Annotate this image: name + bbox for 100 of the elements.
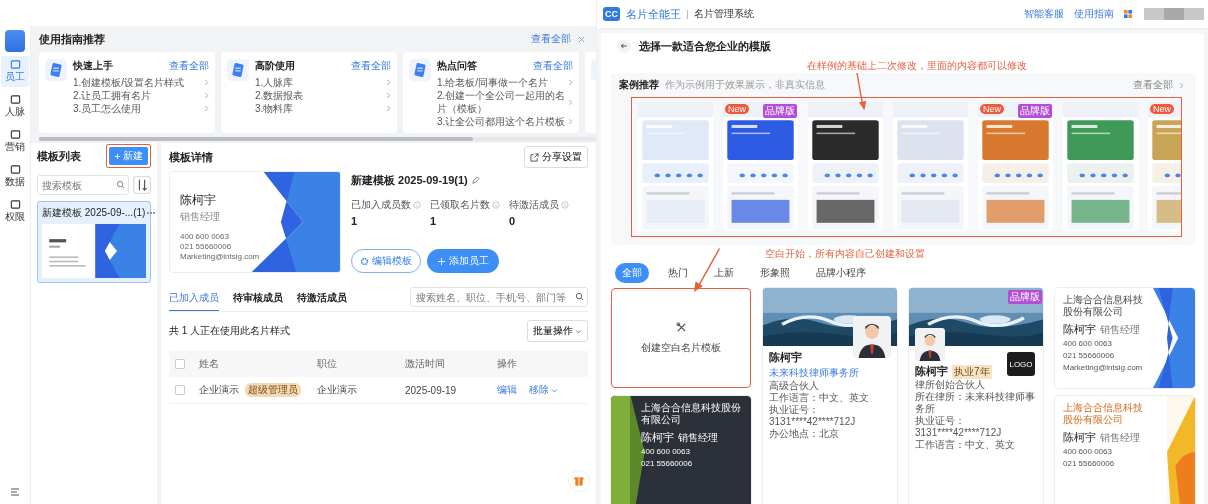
info-icon[interactable]	[413, 201, 421, 209]
page-icon	[9, 164, 21, 175]
card-name: 陈柯宇	[915, 364, 948, 379]
view-all-link[interactable]: 查看全部	[169, 59, 209, 73]
blank-template-card[interactable]: 创建空白名片模板	[611, 288, 751, 388]
template-name: 新建模板 2025-09-...(1)	[42, 206, 146, 220]
share-settings-button[interactable]: 分享设置	[524, 146, 588, 168]
search-field[interactable]: 搜索姓名、职位、手机号、部门等	[410, 287, 588, 307]
sidebar-item[interactable]: 营销	[1, 126, 29, 157]
contact-line: 400 600 0063	[180, 232, 230, 242]
card-role: 销售经理	[1100, 323, 1140, 337]
document-icon	[227, 59, 249, 81]
remove-link[interactable]: 移除	[529, 383, 558, 397]
annotation-text: 空白开始，所有内容自己创建和设置	[765, 248, 925, 259]
column-header: 职位	[317, 358, 337, 369]
gear-icon	[360, 256, 369, 266]
contact-line: 400 600 0063	[1063, 447, 1113, 457]
sidebar-item[interactable]: 员工	[1, 56, 29, 87]
guide-link[interactable]: 2.让员工拥有名片	[73, 89, 152, 102]
search-icon[interactable]	[575, 292, 584, 301]
menu-icon[interactable]	[9, 486, 21, 498]
contact-line: 021 55660006	[1063, 459, 1116, 469]
card-role: 销售经理	[678, 431, 718, 445]
guide-link[interactable]: 1.创建模板/设置名片样式	[73, 76, 185, 89]
template-card[interactable]: 上海合合信息科技股份有限公司 陈柯宇 销售经理 400 600 0063 021 55660006 Marketing@intsig.com	[1055, 288, 1195, 388]
guide-link[interactable]: 1.给老板/同事做一个名片	[437, 76, 549, 89]
column-header: 激活时间	[405, 358, 445, 369]
category-tab[interactable]: 热门	[661, 263, 695, 283]
logo-placeholder: LOGO	[1007, 352, 1035, 376]
tab[interactable]: 待审核成员	[233, 285, 283, 311]
stat-value: 1	[430, 215, 438, 227]
edit-icon[interactable]	[470, 176, 480, 185]
info-icon[interactable]	[492, 201, 500, 209]
card-detail: 所在律所：未来科技律师事务所	[915, 391, 1036, 415]
contact-line: Marketing@intsig.com	[180, 252, 261, 262]
plus-icon	[437, 256, 446, 266]
apps-icon[interactable]	[1124, 10, 1132, 18]
view-all-link[interactable]: 查看全部	[531, 32, 571, 46]
page-icon	[9, 129, 21, 140]
sort-icon[interactable]	[133, 176, 151, 194]
tab[interactable]: 待激活成员	[297, 285, 347, 311]
page-icon	[9, 59, 21, 70]
app-logo: CC	[603, 7, 620, 21]
card-label: 创建空白名片模板	[641, 340, 721, 355]
category-tab[interactable]: 上新	[707, 263, 741, 283]
guide-link[interactable]: 2.创建一个全公司一起用的名片（模板）	[437, 89, 566, 115]
view-all-link[interactable]: 查看全部	[1133, 78, 1173, 92]
stat-value: 1	[351, 215, 359, 227]
annotation-text: 在样例的基础上二次修改，里面的内容都可以修改	[807, 60, 1027, 71]
guide-link[interactable]: 2.数据报表	[255, 89, 304, 102]
batch-actions-button[interactable]: 批量操作	[527, 320, 588, 342]
category-tab[interactable]: 形象照	[753, 263, 797, 283]
brand-badge: 品牌版	[1008, 290, 1042, 304]
tab[interactable]: 已加入成员	[169, 285, 219, 311]
card-name: 陈柯宇	[1063, 430, 1096, 445]
template-card[interactable]: 上海合合信息科技股份有限公司 陈柯宇 销售经理 400 600 0063 021 55660006	[1055, 396, 1195, 504]
card-detail: 办公地点：北京	[769, 428, 840, 440]
template-card[interactable]: 上海合合信息科技股份有限公司 陈柯宇 销售经理 400 600 0063 021 55660006	[611, 396, 751, 504]
new-badge: New	[1150, 104, 1174, 114]
back-icon[interactable]	[617, 39, 631, 53]
guide-link[interactable]: 1.人脉库	[255, 76, 294, 89]
info-icon[interactable]	[561, 201, 569, 209]
experience-tag: 执业7年	[952, 364, 992, 379]
edit-template-button[interactable]: 编辑模板	[351, 249, 421, 273]
phone-screen-drawing[interactable]	[808, 102, 883, 232]
category-tab[interactable]: 品牌小程序	[809, 263, 873, 283]
view-all-link[interactable]: 查看全部	[351, 59, 391, 73]
user-avatar[interactable]	[1142, 8, 1206, 20]
sidebar-item[interactable]: 数据	[1, 161, 29, 192]
search-icon[interactable]	[116, 180, 125, 189]
avatar-icon	[915, 328, 945, 361]
view-all-link[interactable]: 查看全部	[533, 59, 573, 73]
guide-link[interactable]: 3.让全公司都用这个名片模板	[437, 115, 566, 128]
close-icon[interactable]	[577, 34, 586, 44]
edit-link[interactable]: 编辑	[497, 383, 517, 397]
guide-link[interactable]: 3.员工怎么使用	[73, 102, 142, 115]
table-cell: 2025-09-19	[405, 384, 457, 396]
search-field[interactable]: 搜索模板	[37, 175, 129, 195]
brand-badge: 品牌版	[763, 104, 797, 118]
caret-icon	[551, 386, 558, 394]
sidebar-item[interactable]: 权限	[1, 196, 29, 227]
checkbox[interactable]	[175, 359, 185, 369]
guide-link[interactable]: 3.物料库	[255, 102, 294, 115]
summary-text: 共 1 人正在使用此名片样式	[169, 324, 291, 338]
chevron-right-icon	[1179, 81, 1184, 89]
scrollbar-thumb[interactable]	[39, 137, 474, 141]
sidebar-item[interactable]: 人脉	[1, 91, 29, 122]
card-role: 销售经理	[180, 210, 221, 224]
section-title: 使用指南推荐	[39, 31, 106, 47]
caret-icon	[575, 327, 582, 335]
new-badge: New	[980, 104, 1004, 114]
header-link[interactable]: 使用指南	[1074, 7, 1114, 21]
gift-button[interactable]	[568, 470, 590, 492]
checkbox[interactable]	[175, 385, 185, 395]
card-title: 热点问答	[437, 59, 477, 73]
panel-title: 模板详情	[169, 149, 213, 165]
panel-title: 模板列表	[37, 148, 81, 164]
chevron-right-icon	[568, 118, 573, 125]
company-name: 上海合合信息科技股份有限公司	[1063, 402, 1144, 426]
header-link[interactable]: 智能客服	[1024, 7, 1064, 21]
